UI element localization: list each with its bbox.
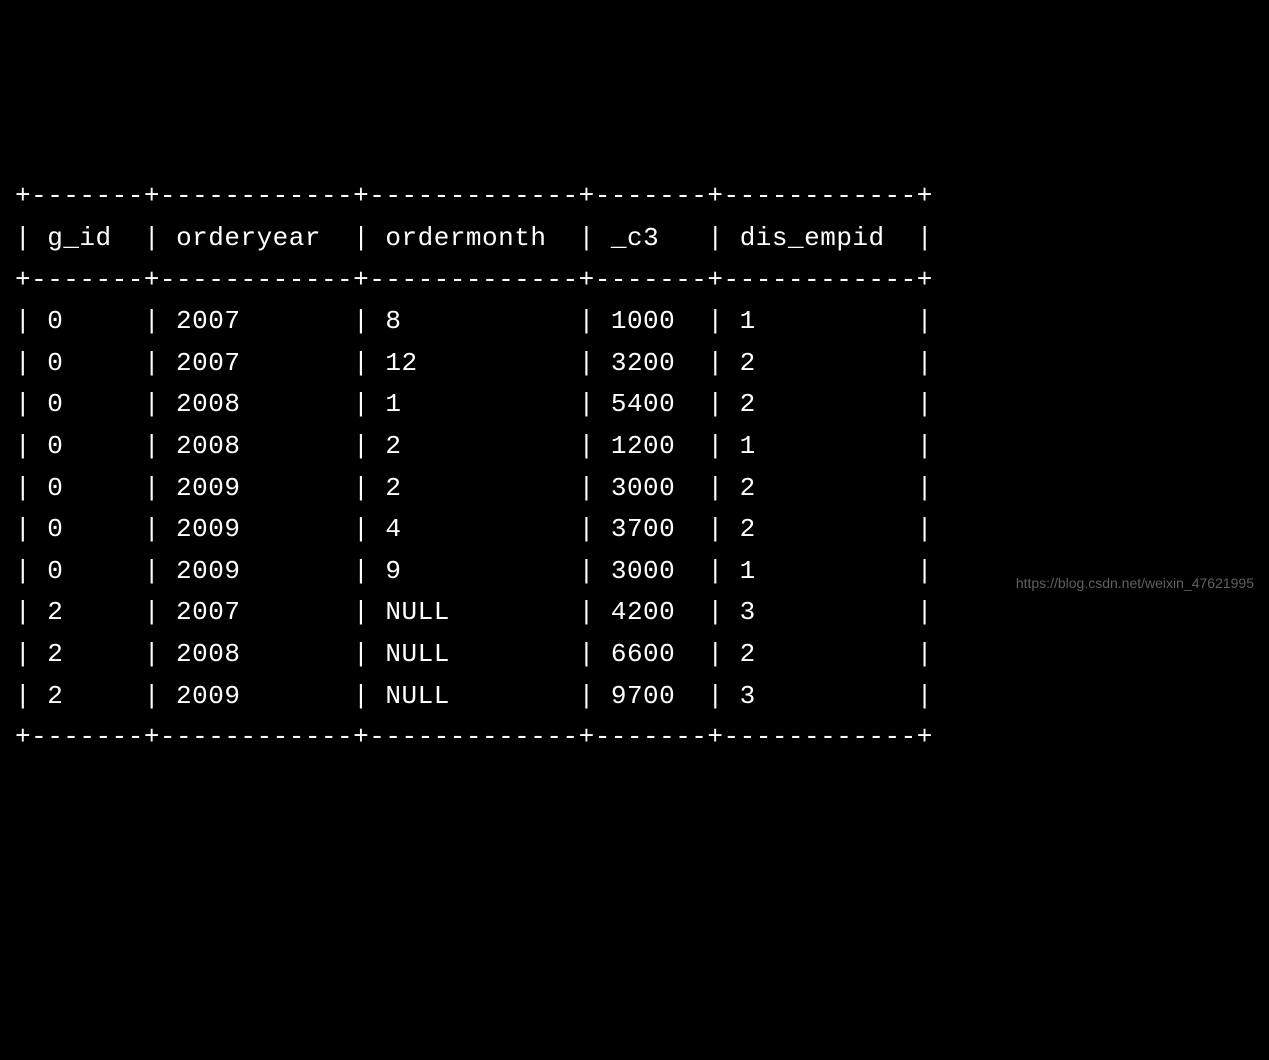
cell-g_id: 0 [47, 306, 128, 336]
cell-ordermonth: 1 [385, 389, 562, 419]
cell-dis_empid: 1 [740, 306, 901, 336]
cell-c3: 6600 [611, 639, 692, 669]
col-header-ordermonth: ordermonth [385, 223, 546, 253]
table-border-top: +-------+------------+-------------+----… [15, 181, 933, 211]
cell-dis_empid: 2 [740, 473, 901, 503]
col-header-g_id: g_id [47, 223, 111, 253]
cell-orderyear: 2009 [176, 681, 337, 711]
cell-g_id: 0 [47, 514, 128, 544]
cell-c3: 3000 [611, 473, 692, 503]
table-row: | 0 | 2008 | 1 | 5400 | 2 | [15, 389, 933, 419]
table-row: | 2 | 2008 | NULL | 6600 | 2 | [15, 639, 933, 669]
cell-ordermonth: 2 [385, 473, 562, 503]
cell-c3: 1200 [611, 431, 692, 461]
cell-g_id: 2 [47, 639, 128, 669]
cell-c3: 3000 [611, 556, 692, 586]
table-row: | 0 | 2009 | 2 | 3000 | 2 | [15, 473, 933, 503]
col-header-orderyear: orderyear [176, 223, 321, 253]
cell-c3: 3200 [611, 348, 692, 378]
cell-dis_empid: 2 [740, 389, 901, 419]
cell-ordermonth: 8 [385, 306, 562, 336]
table-row: | 0 | 2009 | 4 | 3700 | 2 | [15, 514, 933, 544]
cell-ordermonth: NULL [385, 639, 562, 669]
table-border-bottom: +-------+------------+-------------+----… [15, 722, 933, 752]
cell-g_id: 2 [47, 597, 128, 627]
table-row: | 0 | 2007 | 8 | 1000 | 1 | [15, 306, 933, 336]
watermark-text: https://blog.csdn.net/weixin_47621995 [1016, 572, 1254, 594]
cell-c3: 5400 [611, 389, 692, 419]
col-header-c3: _c3 [611, 223, 659, 253]
table-row: | 2 | 2007 | NULL | 4200 | 3 | [15, 597, 933, 627]
cell-orderyear: 2007 [176, 348, 337, 378]
cell-dis_empid: 1 [740, 556, 901, 586]
cell-ordermonth: 9 [385, 556, 562, 586]
cell-c3: 9700 [611, 681, 692, 711]
cell-g_id: 0 [47, 556, 128, 586]
cell-dis_empid: 2 [740, 348, 901, 378]
ascii-table: +-------+------------+-------------+----… [15, 176, 1254, 758]
cell-ordermonth: 12 [385, 348, 562, 378]
cell-dis_empid: 3 [740, 681, 901, 711]
cell-dis_empid: 3 [740, 597, 901, 627]
table-row: | 0 | 2009 | 9 | 3000 | 1 | [15, 556, 933, 586]
cell-g_id: 0 [47, 348, 128, 378]
cell-c3: 1000 [611, 306, 692, 336]
cell-dis_empid: 1 [740, 431, 901, 461]
cell-orderyear: 2009 [176, 473, 337, 503]
cell-c3: 3700 [611, 514, 692, 544]
cell-ordermonth: 4 [385, 514, 562, 544]
cell-orderyear: 2007 [176, 306, 337, 336]
cell-g_id: 2 [47, 681, 128, 711]
cell-dis_empid: 2 [740, 514, 901, 544]
cell-orderyear: 2008 [176, 431, 337, 461]
cell-orderyear: 2009 [176, 556, 337, 586]
cell-dis_empid: 2 [740, 639, 901, 669]
table-row: | 0 | 2007 | 12 | 3200 | 2 | [15, 348, 933, 378]
cell-orderyear: 2008 [176, 639, 337, 669]
cell-ordermonth: 2 [385, 431, 562, 461]
cell-orderyear: 2009 [176, 514, 337, 544]
cell-g_id: 0 [47, 389, 128, 419]
cell-orderyear: 2007 [176, 597, 337, 627]
table-header-row: | g_id | orderyear | ordermonth | _c3 | … [15, 223, 933, 253]
table-row: | 2 | 2009 | NULL | 9700 | 3 | [15, 681, 933, 711]
table-row: | 0 | 2008 | 2 | 1200 | 1 | [15, 431, 933, 461]
cell-orderyear: 2008 [176, 389, 337, 419]
cell-c3: 4200 [611, 597, 692, 627]
cell-ordermonth: NULL [385, 681, 562, 711]
cell-g_id: 0 [47, 431, 128, 461]
col-header-dis_empid: dis_empid [740, 223, 885, 253]
table-border-mid: +-------+------------+-------------+----… [15, 265, 933, 295]
cell-ordermonth: NULL [385, 597, 562, 627]
cell-g_id: 0 [47, 473, 128, 503]
